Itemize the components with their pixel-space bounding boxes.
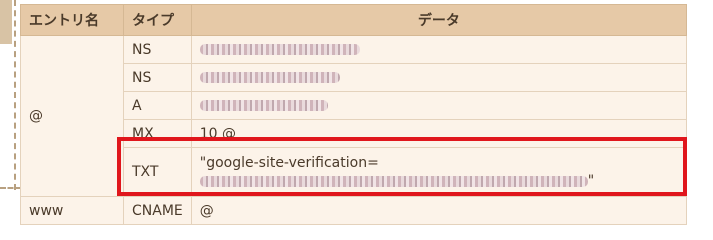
- record-data: @: [190, 196, 688, 225]
- dashed-divider-bottom: [0, 187, 21, 189]
- record-type: MX: [123, 119, 192, 148]
- header-entry-name: エントリ名: [20, 4, 124, 36]
- record-data: [190, 35, 688, 64]
- side-tab: [0, 0, 12, 44]
- record-data: [190, 63, 688, 92]
- redacted-value: [199, 44, 360, 55]
- header-type: タイプ: [123, 4, 192, 36]
- dns-records-table: エントリ名 タイプ データ @ NS NS A MX 10 @ TXT "goo…: [20, 4, 688, 225]
- redacted-value: [199, 175, 588, 187]
- record-data: [190, 91, 688, 120]
- record-type: CNAME: [123, 196, 192, 225]
- entry-name-cell: @: [20, 35, 124, 197]
- record-type: TXT: [123, 147, 192, 197]
- txt-value-suffix: ": [587, 173, 595, 189]
- record-data: 10 @: [190, 119, 688, 148]
- header-data: データ: [190, 4, 688, 36]
- record-type: A: [123, 91, 192, 120]
- redacted-value: [199, 72, 340, 83]
- redacted-value: [199, 100, 328, 111]
- table-row: @ NS: [20, 35, 688, 197]
- record-type: NS: [123, 63, 192, 92]
- record-data-txt: "google-site-verification= ": [190, 147, 688, 197]
- table-header-row: エントリ名 タイプ データ: [20, 4, 688, 36]
- dashed-divider: [14, 0, 16, 190]
- txt-value-prefix: "google-site-verification=: [199, 155, 379, 171]
- table-row: www CNAME @: [20, 196, 688, 225]
- entry-name-cell: www: [20, 196, 124, 225]
- record-type: NS: [123, 35, 192, 64]
